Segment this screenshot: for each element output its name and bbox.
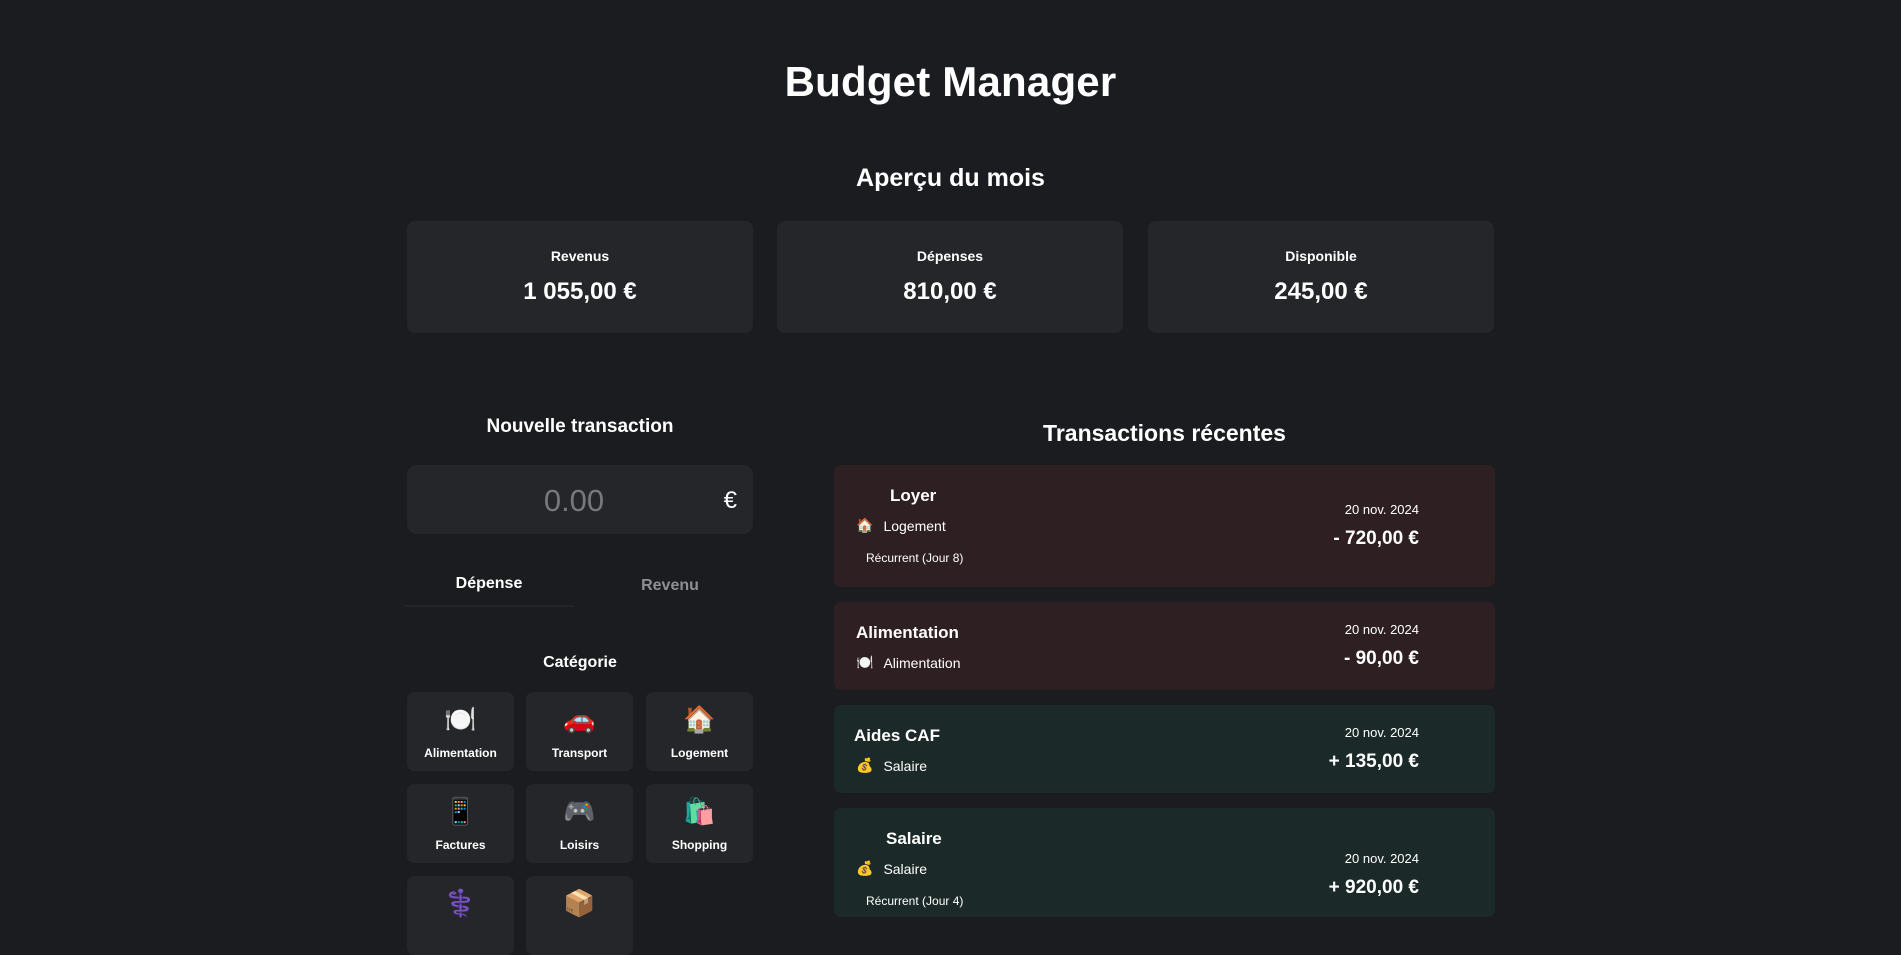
currency-symbol: €: [723, 487, 737, 514]
money-bag-icon: 💰: [856, 860, 874, 876]
game-controller-icon: 🎮: [563, 796, 596, 826]
house-icon: 🏠: [856, 517, 874, 533]
recurring-label: Récurrent (Jour 8): [866, 551, 964, 565]
medical-icon: ⚕️: [444, 888, 477, 918]
category-label: Loisirs: [559, 838, 600, 852]
money-bag-icon: 💰: [856, 757, 874, 773]
transaction-amount: - 720,00 €: [1333, 528, 1419, 549]
transaction-amount: + 920,00 €: [1328, 877, 1419, 898]
transaction-date: 20 nov. 2024: [1344, 725, 1419, 740]
category-loisirs[interactable]: 🎮 Loisirs: [526, 784, 633, 863]
amount-input[interactable]: [407, 465, 741, 536]
category-factures[interactable]: 📱 Factures: [407, 784, 514, 863]
available-value: 245,00 €: [1274, 278, 1368, 305]
transaction-amount: - 90,00 €: [1344, 648, 1419, 669]
category-title: Catégorie: [543, 654, 617, 671]
transaction-category-label: Logement: [883, 517, 946, 534]
amount-field: €: [407, 465, 753, 536]
transaction-category: 💰 Salaire: [856, 757, 927, 774]
transaction-category-label: Alimentation: [883, 654, 961, 671]
recurring-label: Récurrent (Jour 4): [866, 894, 964, 908]
tab-expense[interactable]: Dépense: [404, 563, 574, 607]
transaction-name: Alimentation: [856, 623, 959, 642]
plate-cutlery-icon: 🍽️: [444, 704, 477, 734]
category-label: Alimentation: [424, 746, 497, 760]
category-label: Factures: [435, 838, 486, 852]
available-label: Disponible: [1285, 248, 1357, 264]
transaction-category: 🏠 Logement: [856, 517, 946, 534]
income-summary-card: Revenus 1 055,00 €: [407, 221, 753, 333]
tab-income[interactable]: Revenu: [585, 565, 755, 607]
transaction-name: Aides CAF: [854, 726, 940, 745]
transaction-date: 20 nov. 2024: [1344, 622, 1419, 637]
transaction-row[interactable]: Aides CAF 💰 Salaire 20 nov. 2024 + 135,0…: [834, 705, 1495, 793]
income-value: 1 055,00 €: [523, 278, 637, 305]
category-health[interactable]: ⚕️: [407, 876, 514, 955]
overview-title: Aperçu du mois: [856, 164, 1045, 192]
shopping-bags-icon: 🛍️: [683, 796, 716, 826]
transaction-date: 20 nov. 2024: [1344, 851, 1419, 866]
transaction-date: 20 nov. 2024: [1344, 502, 1419, 517]
house-icon: 🏠: [683, 704, 716, 734]
recent-transactions-title: Transactions récentes: [1043, 420, 1286, 446]
category-shopping[interactable]: 🛍️ Shopping: [646, 784, 753, 863]
expenses-value: 810,00 €: [903, 278, 997, 305]
app-title: Budget Manager: [784, 58, 1117, 105]
category-label: Transport: [551, 746, 608, 760]
category-label: Shopping: [671, 838, 728, 852]
expenses-summary-card: Dépenses 810,00 €: [777, 221, 1123, 333]
transaction-category: 💰 Salaire: [856, 860, 927, 877]
transaction-name: Loyer: [890, 486, 937, 505]
car-icon: 🚗: [563, 704, 596, 734]
expenses-label: Dépenses: [916, 248, 984, 264]
category-alimentation[interactable]: 🍽️ Alimentation: [407, 692, 514, 771]
transaction-category-label: Salaire: [883, 860, 928, 877]
package-icon: 📦: [563, 888, 596, 918]
income-label: Revenus: [550, 248, 610, 264]
transaction-row[interactable]: Loyer 🏠 Logement Récurrent (Jour 8) 20 n…: [834, 465, 1495, 587]
category-transport[interactable]: 🚗 Transport: [526, 692, 633, 771]
new-transaction-title: Nouvelle transaction: [486, 416, 674, 437]
category-label: Logement: [670, 746, 729, 760]
transaction-name: Salaire: [886, 829, 942, 848]
category-logement[interactable]: 🏠 Logement: [646, 692, 753, 771]
transaction-amount: + 135,00 €: [1328, 751, 1419, 772]
available-summary-card: Disponible 245,00 €: [1148, 221, 1494, 333]
category-other[interactable]: 📦: [526, 876, 633, 955]
mobile-phone-icon: 📱: [444, 796, 477, 826]
transaction-category: 🍽️ Alimentation: [856, 654, 960, 671]
transaction-row[interactable]: Salaire 💰 Salaire Récurrent (Jour 4) 20 …: [834, 808, 1495, 917]
transaction-category-label: Salaire: [883, 757, 928, 774]
plate-cutlery-icon: 🍽️: [856, 654, 874, 670]
transaction-row[interactable]: Alimentation 🍽️ Alimentation 20 nov. 202…: [834, 602, 1495, 690]
